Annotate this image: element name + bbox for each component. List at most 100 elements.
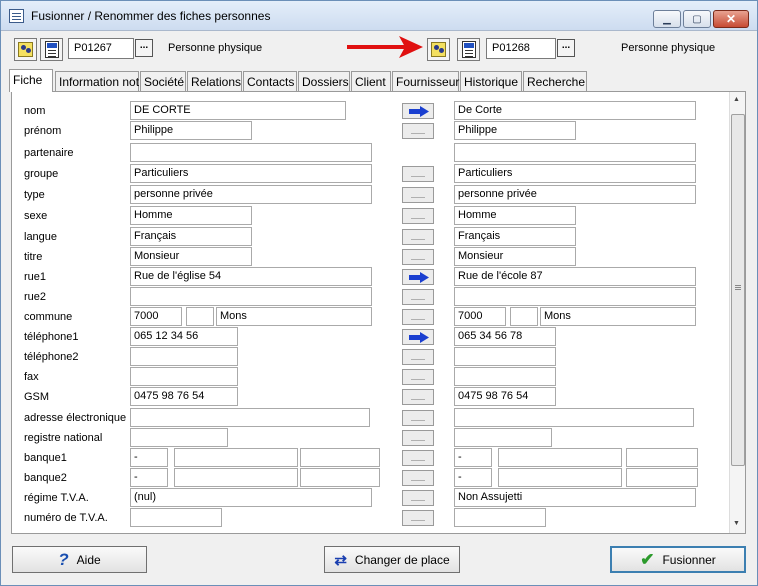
left-nom-field[interactable]: DE CORTE bbox=[130, 101, 346, 120]
right-rue2-field[interactable] bbox=[454, 287, 696, 306]
left-person-select-button[interactable] bbox=[14, 38, 37, 61]
left-titre-field[interactable]: Monsieur bbox=[130, 247, 252, 266]
vertical-scrollbar[interactable]: ▲ ▼ bbox=[729, 92, 745, 533]
left-registre-field[interactable] bbox=[130, 428, 228, 447]
scroll-down-icon[interactable]: ▼ bbox=[733, 520, 740, 527]
copy-regime-button[interactable] bbox=[402, 490, 434, 506]
left-partenaire-field[interactable] bbox=[130, 143, 372, 162]
right-type-field[interactable]: personne privée bbox=[454, 185, 696, 204]
left-groupe-field[interactable]: Particuliers bbox=[130, 164, 372, 183]
left-telephone2-field[interactable] bbox=[130, 347, 238, 366]
left-postal-extra-field[interactable] bbox=[186, 307, 214, 326]
left-commune-field[interactable]: Mons bbox=[216, 307, 372, 326]
tab-fournisseur[interactable]: Fournisseur bbox=[392, 71, 459, 91]
left-banque1-code-field[interactable]: - bbox=[130, 448, 168, 467]
right-langue-field[interactable]: Français bbox=[454, 227, 576, 246]
left-browse-button[interactable]: ... bbox=[135, 39, 153, 57]
right-person-select-button[interactable] bbox=[427, 38, 450, 61]
right-browse-button[interactable]: ... bbox=[557, 39, 575, 57]
copy-groupe-button[interactable] bbox=[402, 166, 434, 182]
left-numtva-field[interactable] bbox=[130, 508, 222, 527]
copy-rue2-button[interactable] bbox=[402, 289, 434, 305]
left-postal-code-field[interactable]: 7000 bbox=[130, 307, 182, 326]
right-groupe-field[interactable]: Particuliers bbox=[454, 164, 696, 183]
copy-titre-button[interactable] bbox=[402, 249, 434, 265]
right-sexe-field[interactable]: Homme bbox=[454, 206, 576, 225]
copy-telephone2-button[interactable] bbox=[402, 349, 434, 365]
right-regime-field[interactable]: Non Assujetti bbox=[454, 488, 696, 507]
right-titre-field[interactable]: Monsieur bbox=[454, 247, 576, 266]
copy-numtva-button[interactable] bbox=[402, 510, 434, 526]
help-button[interactable]: ? Aide bbox=[12, 546, 147, 573]
left-banque2-account-field[interactable] bbox=[174, 468, 298, 487]
left-email-field[interactable] bbox=[130, 408, 370, 427]
left-banque1-account-field[interactable] bbox=[174, 448, 298, 467]
left-rue1-field[interactable]: Rue de l'église 54 bbox=[130, 267, 372, 286]
merge-button[interactable]: ✔ Fusionner bbox=[610, 546, 746, 573]
tab-information-not[interactable]: Information not. bbox=[55, 71, 142, 91]
copy-registre-button[interactable] bbox=[402, 430, 434, 446]
copy-telephone1-button[interactable] bbox=[402, 329, 434, 345]
left-prenom-field[interactable]: Philippe bbox=[130, 121, 252, 140]
copy-sexe-button[interactable] bbox=[402, 208, 434, 224]
right-rue1-field[interactable]: Rue de l'école 87 bbox=[454, 267, 696, 286]
right-commune-field[interactable]: Mons bbox=[540, 307, 696, 326]
right-id-field[interactable]: P01268 bbox=[486, 38, 556, 59]
right-fax-field[interactable] bbox=[454, 367, 556, 386]
right-banque2-account-field[interactable] bbox=[498, 468, 622, 487]
left-banque1-extra-field[interactable] bbox=[300, 448, 380, 467]
left-banque2-extra-field[interactable] bbox=[300, 468, 380, 487]
copy-prenom-button[interactable] bbox=[402, 123, 434, 139]
tab-client[interactable]: Client bbox=[351, 71, 391, 91]
left-regime-field[interactable]: (nul) bbox=[130, 488, 372, 507]
right-banque1-code-field[interactable]: - bbox=[454, 448, 492, 467]
left-rue2-field[interactable] bbox=[130, 287, 372, 306]
tab-historique[interactable]: Historique bbox=[460, 71, 522, 91]
tab-relations[interactable]: Relations bbox=[187, 71, 242, 91]
right-banque1-account-field[interactable] bbox=[498, 448, 622, 467]
right-telephone2-field[interactable] bbox=[454, 347, 556, 366]
copy-rue1-button[interactable] bbox=[402, 269, 434, 285]
copy-gsm-button[interactable] bbox=[402, 389, 434, 405]
left-langue-field[interactable]: Français bbox=[130, 227, 252, 246]
right-partenaire-field[interactable] bbox=[454, 143, 696, 162]
left-fax-field[interactable] bbox=[130, 367, 238, 386]
left-gsm-field[interactable]: 0475 98 76 54 bbox=[130, 387, 238, 406]
left-banque2-code-field[interactable]: - bbox=[130, 468, 168, 487]
copy-nom-button[interactable] bbox=[402, 103, 434, 119]
left-id-field[interactable]: P01267 bbox=[68, 38, 134, 59]
close-button[interactable]: ✕ bbox=[713, 10, 749, 28]
right-banque1-extra-field[interactable] bbox=[626, 448, 698, 467]
left-card-button[interactable] bbox=[40, 38, 63, 61]
right-telephone1-field[interactable]: 065 34 56 78 bbox=[454, 327, 556, 346]
right-card-button[interactable] bbox=[457, 38, 480, 61]
right-postal-code-field[interactable]: 7000 bbox=[454, 307, 506, 326]
swap-button[interactable]: ⇄ Changer de place bbox=[324, 546, 460, 573]
scrollbar-thumb[interactable] bbox=[731, 114, 745, 466]
right-gsm-field[interactable]: 0475 98 76 54 bbox=[454, 387, 556, 406]
scroll-up-icon[interactable]: ▲ bbox=[733, 96, 740, 103]
copy-banque2-button[interactable] bbox=[402, 470, 434, 486]
maximize-button[interactable]: ▢ bbox=[683, 10, 711, 28]
right-email-field[interactable] bbox=[454, 408, 694, 427]
copy-email-button[interactable] bbox=[402, 410, 434, 426]
tab-contacts[interactable]: Contacts bbox=[243, 71, 297, 91]
minimize-button[interactable]: ▁ bbox=[653, 10, 681, 28]
right-banque2-code-field[interactable]: - bbox=[454, 468, 492, 487]
tab-fiche[interactable]: Fiche bbox=[9, 69, 53, 92]
right-prenom-field[interactable]: Philippe bbox=[454, 121, 576, 140]
right-banque2-extra-field[interactable] bbox=[626, 468, 698, 487]
right-postal-extra-field[interactable] bbox=[510, 307, 538, 326]
left-sexe-field[interactable]: Homme bbox=[130, 206, 252, 225]
right-numtva-field[interactable] bbox=[454, 508, 546, 527]
copy-fax-button[interactable] bbox=[402, 369, 434, 385]
copy-banque1-button[interactable] bbox=[402, 450, 434, 466]
tab-societe[interactable]: Société bbox=[140, 71, 186, 91]
copy-type-button[interactable] bbox=[402, 187, 434, 203]
right-nom-field[interactable]: De Corte bbox=[454, 101, 696, 120]
tab-dossiers[interactable]: Dossiers bbox=[298, 71, 350, 91]
tab-recherche[interactable]: Recherche bbox=[523, 71, 587, 91]
left-telephone1-field[interactable]: 065 12 34 56 bbox=[130, 327, 238, 346]
left-type-field[interactable]: personne privée bbox=[130, 185, 372, 204]
copy-langue-button[interactable] bbox=[402, 229, 434, 245]
